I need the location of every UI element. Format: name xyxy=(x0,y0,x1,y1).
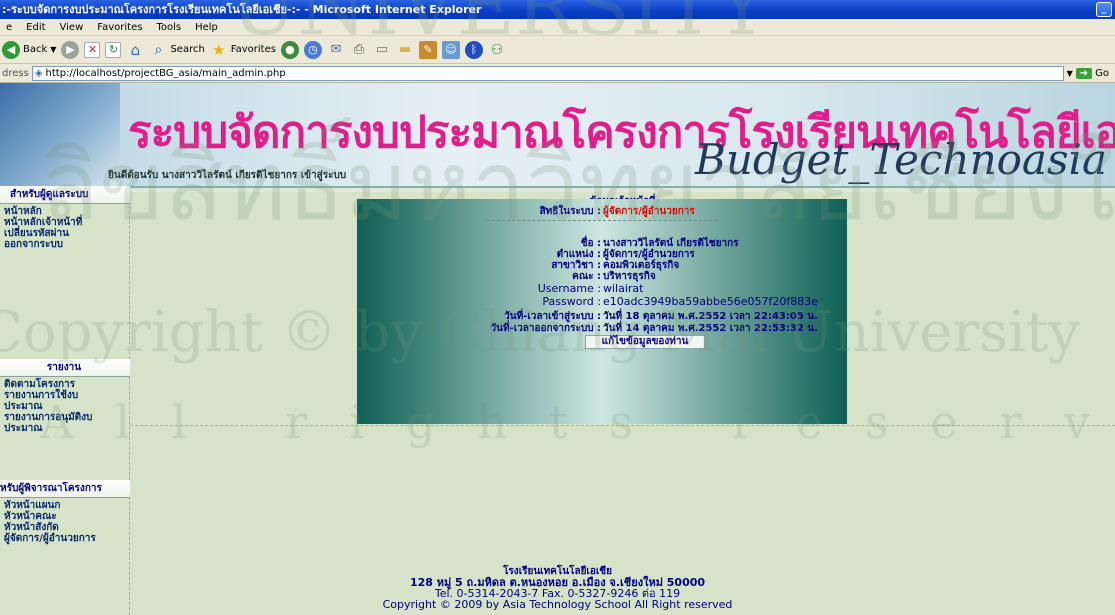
site-banner: ระบบจัดการงบประมาณโครงการโรงเรียนเทคโนโล… xyxy=(0,83,1115,186)
role-divider xyxy=(487,220,717,221)
favorites-button[interactable]: ★ Favorites xyxy=(210,41,276,59)
address-input[interactable]: ◈ http://localhost/projectBG_asia/main_a… xyxy=(31,65,1064,81)
window-title: :-ระบบจัดการงบประมาณโครงการโรงเรียนเทคโน… xyxy=(2,3,482,16)
go-label[interactable]: Go xyxy=(1095,68,1109,79)
nav-track-projects[interactable]: ติดตามโครงการ xyxy=(4,379,130,390)
footer: โรงเรียนเทคโนโลยีเอเชีย 128 หมู่ 5 ถ.มหิ… xyxy=(0,566,1115,615)
back-arrow-icon: ◀ xyxy=(2,40,20,59)
menu-view[interactable]: View xyxy=(58,19,86,35)
content-divider xyxy=(130,186,1115,192)
star-icon: ★ xyxy=(212,40,226,59)
minimize-icon[interactable]: _ xyxy=(1096,2,1112,17)
nav-staff-home[interactable]: หน้าหลักเจ้าหน้าที่ xyxy=(4,217,130,228)
password-value: e10adc3949ba59abbe56e057f20f883e xyxy=(603,295,818,308)
page-icon: ◈ xyxy=(34,67,43,79)
username-value: wilairat xyxy=(603,282,644,295)
nav-logout[interactable]: ออกจากระบบ xyxy=(4,239,130,250)
admin-menu: สำหรับผู้ดูแลระบบ หน้าหลัก หน้าหลักเจ้าห… xyxy=(0,186,130,250)
nav-home[interactable]: หน้าหลัก xyxy=(4,206,130,217)
edit-profile-button[interactable]: แก้ไขข้อมูลของท่าน xyxy=(585,335,705,349)
content-bottom-divider xyxy=(130,425,1115,426)
welcome-text: ยินดีต้อนรับ นางสาววิไลรัตน์ เกียรติไชยา… xyxy=(108,170,347,181)
role-label: สิทธิในระบบ : xyxy=(539,206,601,217)
menu-file[interactable]: e xyxy=(4,19,14,35)
staff-info-card: สิทธิในระบบ : ผู้จัดการ/ผู้อำนวยการ ชื่อ… xyxy=(357,199,847,424)
messenger-icon[interactable]: ☺ xyxy=(441,40,460,59)
toolbar: ◀ Back ▼ ▶ ✕ ↻ ⌂ ⌕ Search ★ Favorites ● … xyxy=(0,36,1115,64)
mail-icon[interactable]: ✉ xyxy=(327,41,345,59)
password-label: Password : xyxy=(542,295,601,308)
chevron-down-icon: ▼ xyxy=(50,45,57,54)
nav-budget-approval-report[interactable]: รายงานการอนุมัติงบ xyxy=(4,412,130,423)
nav-division-head[interactable]: หัวหน้าสังกัด xyxy=(4,522,130,533)
admin-menu-header: สำหรับผู้ดูแลระบบ xyxy=(0,186,130,204)
search-label: Search xyxy=(170,44,205,55)
username-label: Username : xyxy=(537,282,601,295)
back-label: Back xyxy=(23,44,48,55)
logout-time-value: วันที่ 14 ตุลาคม พ.ศ.2552 เวลา 22:53:32 … xyxy=(603,323,818,334)
page-body: สำหรับผู้ดูแลระบบ หน้าหลัก หน้าหลักเจ้าห… xyxy=(0,186,1115,615)
browser-window: :-ระบบจัดการงบประมาณโครงการโรงเรียนเทคโน… xyxy=(0,0,1115,615)
folder-icon[interactable]: ▬ xyxy=(396,41,414,59)
address-label: dress xyxy=(2,67,29,79)
favorites-label: Favorites xyxy=(230,44,276,55)
address-bar: dress ◈ http://localhost/projectBG_asia/… xyxy=(0,64,1115,83)
bluetooth-icon[interactable]: ᛒ xyxy=(464,40,483,59)
menu-favorites[interactable]: Favorites xyxy=(95,19,144,35)
menu-tools[interactable]: Tools xyxy=(154,19,183,35)
print-icon[interactable]: ⎙ xyxy=(350,41,368,59)
nav-faculty-head[interactable]: หัวหน้าคณะ xyxy=(4,511,130,522)
approver-menu-header: หรับผู้พิจารณาโครงการ xyxy=(0,480,130,498)
banner-subtitle: Budget_Technoasia xyxy=(694,135,1107,184)
history-icon[interactable]: ◷ xyxy=(303,40,322,59)
nav-budget-usage-report[interactable]: รายงานการใช้งบ xyxy=(4,390,130,401)
media-icon[interactable]: ● xyxy=(280,40,299,59)
footer-copyright: Copyright © 2009 by Asia Technology Scho… xyxy=(382,598,733,611)
stop-icon[interactable]: ✕ xyxy=(84,41,101,58)
report-menu: รายงาน ติดตามโครงการ รายงานการใช้งบ ประม… xyxy=(0,359,130,434)
logout-time-label: วันที่-เวลาออกจากระบบ : xyxy=(490,323,601,334)
research-icon[interactable]: ✎ xyxy=(418,40,437,59)
search-icon: ⌕ xyxy=(154,41,163,58)
refresh-icon[interactable]: ↻ xyxy=(105,41,122,58)
address-dropdown-icon[interactable]: ▼ xyxy=(1067,69,1073,78)
back-button[interactable]: ◀ Back ▼ xyxy=(2,40,57,59)
window-title-bar[interactable]: :-ระบบจัดการงบประมาณโครงการโรงเรียนเทคโน… xyxy=(0,0,1115,19)
main-content: ข้อมูลเจ้าหน้าที่ สิทธิในระบบ : ผู้จัดกา… xyxy=(130,186,1115,426)
nav-change-password[interactable]: เปลี่ยนรหัสผ่าน xyxy=(4,228,130,239)
go-arrow-icon[interactable]: ➜ xyxy=(1075,67,1093,79)
users-icon[interactable]: ⚇ xyxy=(488,41,506,59)
menu-bar: e Edit View Favorites Tools Help xyxy=(0,19,1115,36)
banner-graphic xyxy=(0,83,120,186)
nav-budget-approval-report-cont[interactable]: ประมาณ xyxy=(4,423,130,434)
address-url: http://localhost/projectBG_asia/main_adm… xyxy=(45,67,286,79)
menu-edit[interactable]: Edit xyxy=(24,19,47,35)
approver-menu: หรับผู้พิจารณาโครงการ หัวหน้าแผนก หัวหน้… xyxy=(0,480,130,544)
sidebar: สำหรับผู้ดูแลระบบ หน้าหลัก หน้าหลักเจ้าห… xyxy=(0,186,130,615)
edit-page-icon[interactable]: ▭ xyxy=(373,41,391,59)
menu-help[interactable]: Help xyxy=(193,19,220,35)
nav-director[interactable]: ผู้จัดการ/ผู้อำนวยการ xyxy=(4,533,130,544)
nav-department-head[interactable]: หัวหน้าแผนก xyxy=(4,500,130,511)
report-menu-header: รายงาน xyxy=(0,359,130,377)
search-button[interactable]: ⌕ Search xyxy=(149,41,205,59)
role-value: ผู้จัดการ/ผู้อำนวยการ xyxy=(603,206,695,217)
nav-budget-usage-report-cont[interactable]: ประมาณ xyxy=(4,401,130,412)
home-icon[interactable]: ⌂ xyxy=(126,41,144,59)
forward-arrow-icon[interactable]: ▶ xyxy=(61,40,80,59)
